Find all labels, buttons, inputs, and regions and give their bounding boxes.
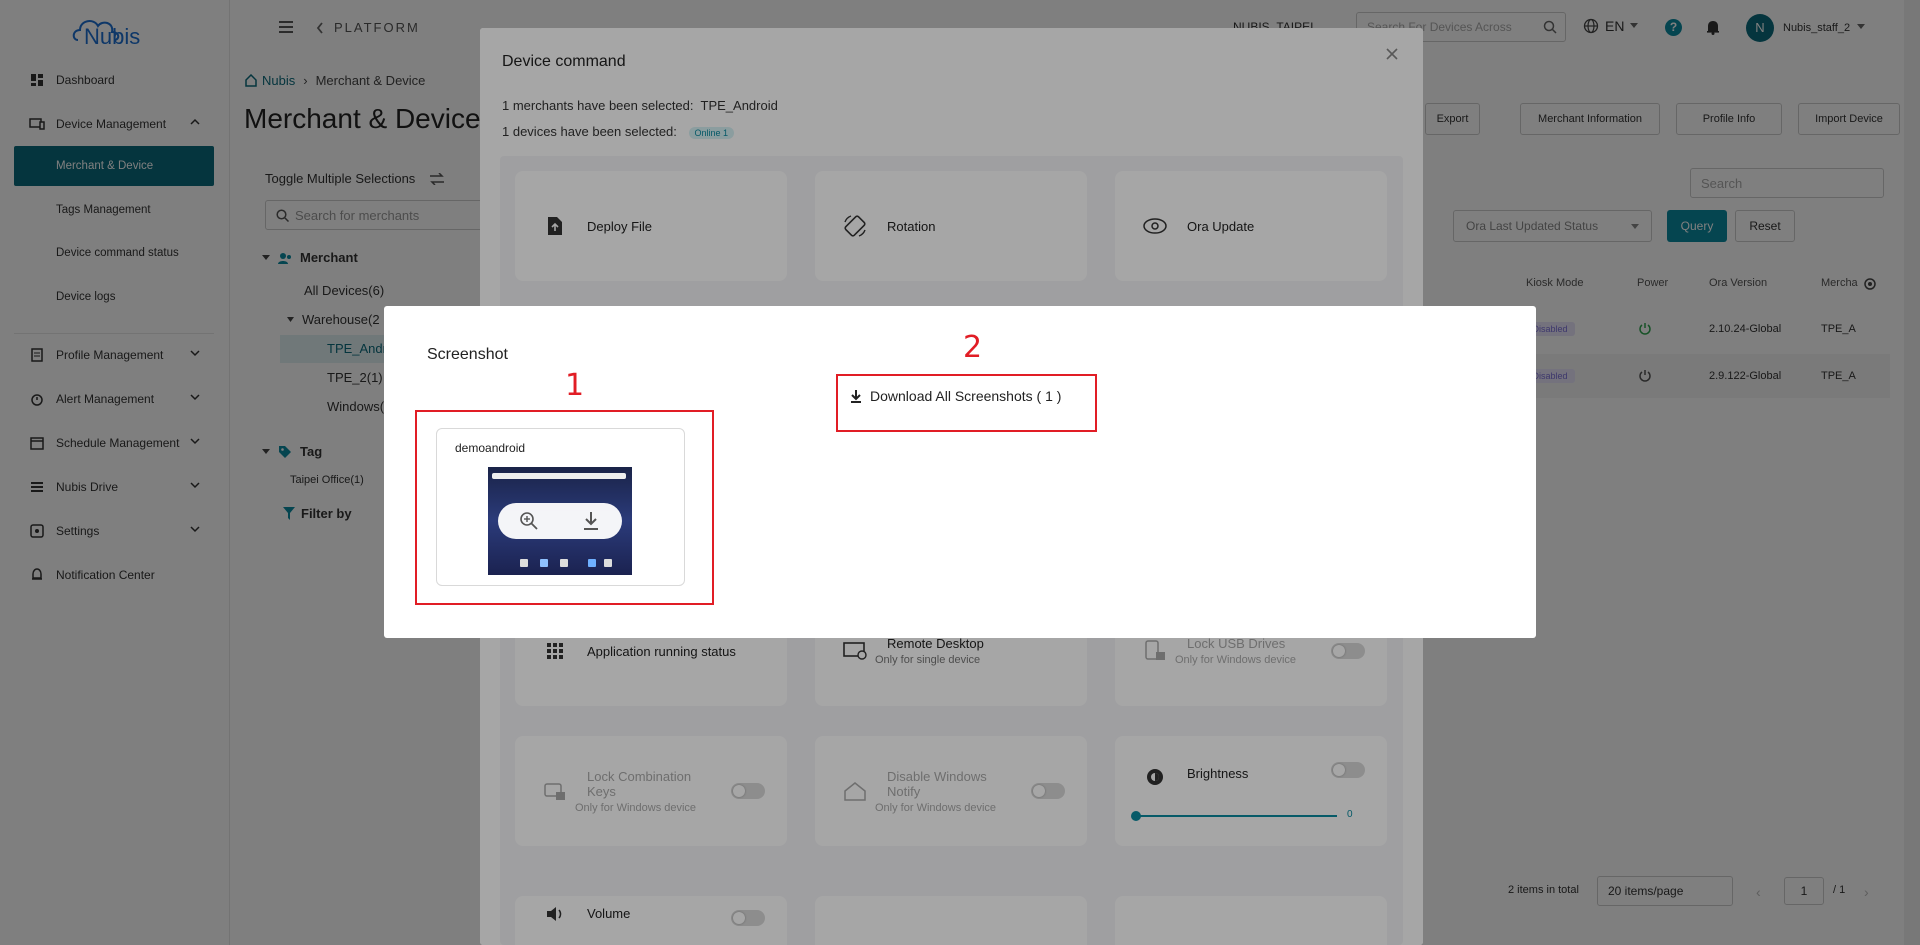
download-all-screenshots-button[interactable]: Download All Screenshots ( 1 ) [850, 388, 1061, 404]
download-icon[interactable] [582, 511, 600, 531]
download-icon [850, 389, 862, 403]
thumbnail-status-bar [492, 473, 626, 479]
thumbnail-action-pill [498, 503, 622, 539]
download-all-label: Download All Screenshots ( 1 ) [870, 388, 1062, 404]
screenshot-device-name: demoandroid [455, 441, 526, 455]
annotation-label-2: 2 [963, 330, 983, 365]
zoom-in-icon[interactable] [519, 511, 539, 531]
thumbnail-dock-icon [604, 559, 612, 567]
screenshot-thumbnail[interactable] [488, 467, 632, 575]
thumbnail-dock-icon [588, 559, 596, 567]
screenshot-dialog-title: Screenshot [427, 346, 508, 363]
thumbnail-dock-icon [520, 559, 528, 567]
thumbnail-dock-icon [560, 559, 568, 567]
thumbnail-dock-icon [540, 559, 548, 567]
annotation-label-1: 1 [565, 368, 585, 403]
